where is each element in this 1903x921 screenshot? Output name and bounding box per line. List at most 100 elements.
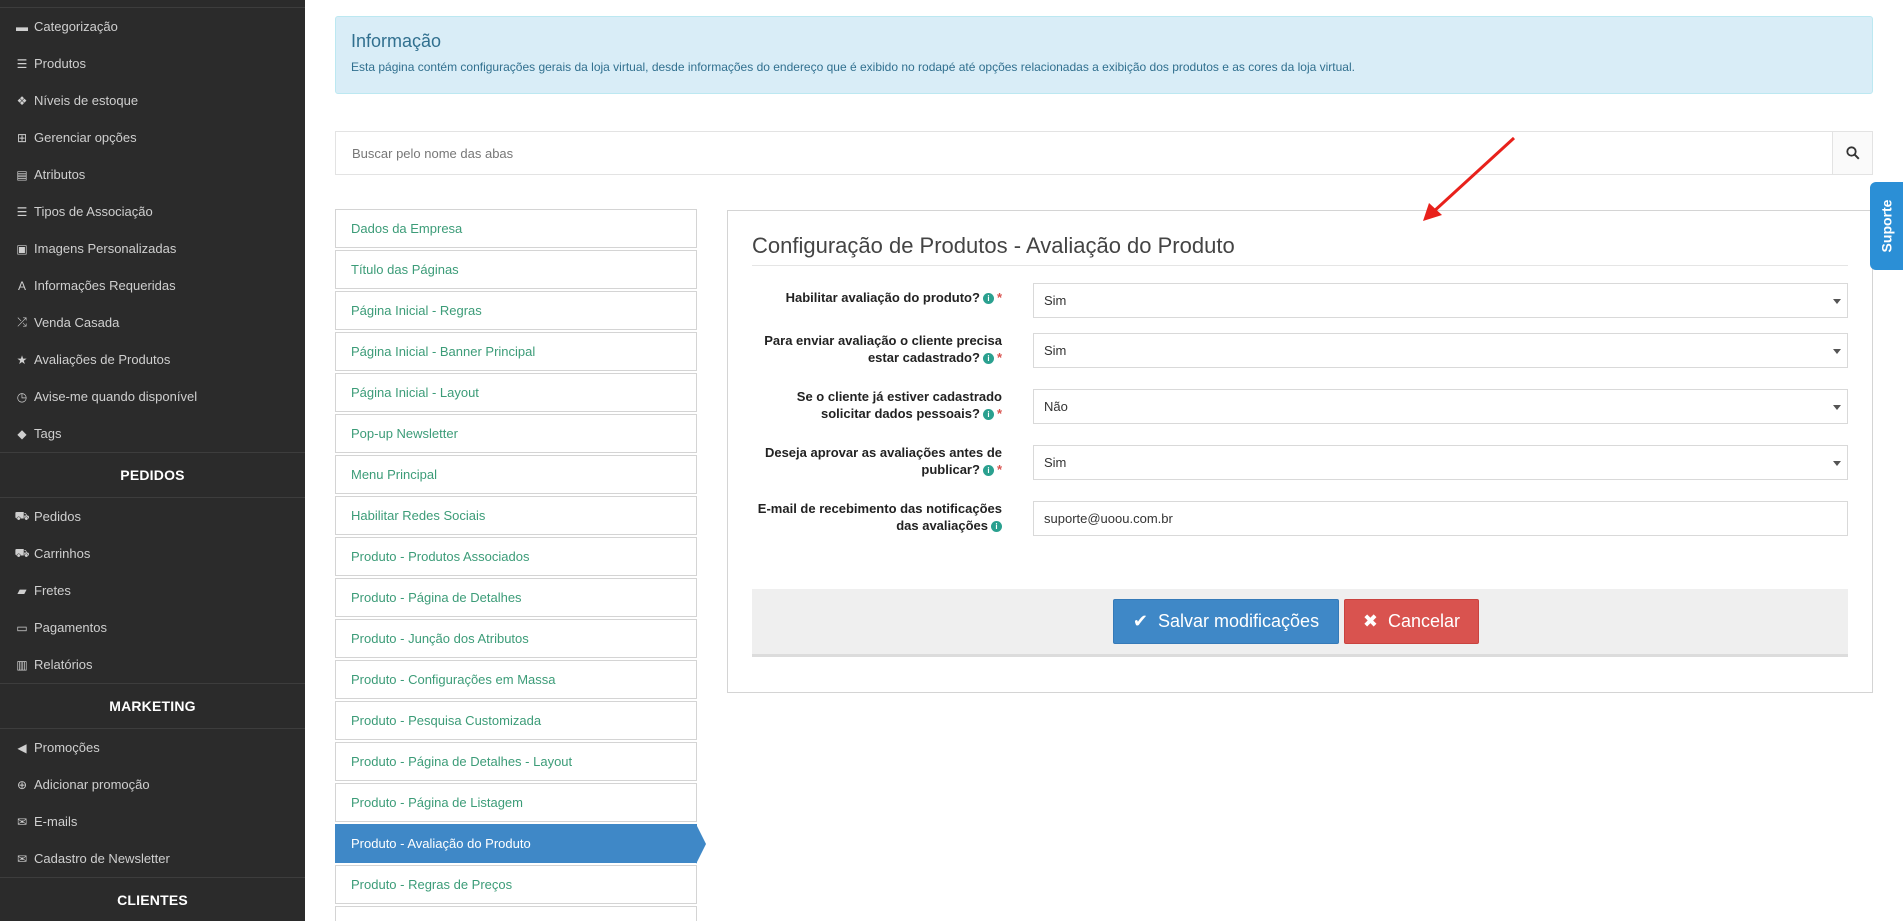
sidebar-item-label: Pedidos — [34, 509, 81, 524]
sidebar-item-label: Categorização — [34, 19, 118, 34]
field-label-text: E-mail de recebimento das notificações — [757, 501, 1002, 516]
settings-form-panel: Configuração de Produtos - Avaliação do … — [727, 210, 1873, 693]
font-icon: A — [17, 278, 26, 293]
sidebar-section-marketing: MARKETING — [0, 683, 305, 729]
list-icon: ☰ — [16, 56, 28, 71]
tab-menu-principal[interactable]: Menu Principal — [335, 455, 697, 494]
sidebar-section-pedidos: PEDIDOS — [0, 452, 305, 498]
field-label-text: das avaliações — [896, 518, 988, 533]
sidebar-item-adicionar-promocao[interactable]: ⊕ Adicionar promoção — [0, 766, 305, 803]
tab-produtos-associados[interactable]: Produto - Produtos Associados — [335, 537, 697, 576]
tab-avaliacao-produto[interactable]: Produto - Avaliação do Produto — [335, 824, 706, 864]
search-icon — [1845, 146, 1860, 160]
sidebar-item-cadastro-newsletter[interactable]: ✉ Cadastro de Newsletter — [0, 840, 305, 877]
sidebar-item-produtos[interactable]: ☰ Produtos — [0, 45, 305, 82]
sidebar-item-avise-me[interactable]: ◷ Avise-me quando disponível — [0, 378, 305, 415]
sidebar-item-imagens-personalizadas[interactable]: ▣ Imagens Personalizadas — [0, 230, 305, 267]
email-notificacoes-input[interactable]: suporte@uoou.com.br — [1033, 501, 1848, 536]
required-asterisk: * — [996, 462, 1002, 477]
sidebar-item-relatorios[interactable]: ▥ Relatórios — [0, 646, 305, 683]
truck-icon: ▰ — [17, 583, 27, 598]
sidebar-item-pedidos[interactable]: ⛟ Pedidos — [0, 498, 305, 535]
select-cliente-cadastrado[interactable]: Sim — [1033, 333, 1848, 368]
search-button[interactable] — [1832, 132, 1872, 174]
sidebar-item-informacoes-requeridas[interactable]: A Informações Requeridas — [0, 267, 305, 304]
field-label: E-mail de recebimento das notificações da… — [752, 500, 1002, 534]
sidebar-item-niveis-estoque[interactable]: ❖ Níveis de estoque — [0, 82, 305, 119]
tab-pagina-detalhes[interactable]: Produto - Página de Detalhes — [335, 578, 697, 617]
field-label: Se o cliente já estiver cadastrado solici… — [752, 388, 1002, 422]
info-icon[interactable]: i — [982, 293, 994, 305]
tab-pagina-inicial-banner[interactable]: Página Inicial - Banner Principal — [335, 332, 697, 371]
select-value: Sim — [1044, 455, 1067, 470]
sidebar-item-label: Adicionar promoção — [34, 777, 150, 792]
support-tab[interactable]: Suporte — [1870, 182, 1903, 270]
sidebar-item-carrinhos[interactable]: ⛟ Carrinhos — [0, 535, 305, 572]
info-icon[interactable]: i — [991, 521, 1002, 533]
save-button[interactable]: ✔ Salvar modificações — [1113, 599, 1339, 644]
sidebar-item-pagamentos[interactable]: ▭ Pagamentos — [0, 609, 305, 646]
tab-juncao-atributos[interactable]: Produto - Junção dos Atributos — [335, 619, 697, 658]
envelope-icon: ✉ — [16, 814, 28, 829]
tab-partial-next[interactable] — [335, 906, 697, 921]
tab-pagina-inicial-regras[interactable]: Página Inicial - Regras — [335, 291, 697, 330]
tab-search-input[interactable] — [336, 132, 1832, 174]
sidebar-item-label: Níveis de estoque — [34, 93, 139, 108]
tab-popup-newsletter[interactable]: Pop-up Newsletter — [335, 414, 697, 453]
caret-down-icon — [1833, 299, 1841, 304]
tab-titulo-paginas[interactable]: Título das Páginas — [335, 250, 697, 289]
info-icon[interactable]: i — [982, 353, 994, 365]
tab-dados-empresa[interactable]: Dados da Empresa — [335, 209, 697, 248]
select-dados-pessoais[interactable]: Não — [1033, 389, 1848, 424]
sidebar-item-atributos[interactable]: ▤ Atributos — [0, 156, 305, 193]
support-tab-label: Suporte — [1878, 199, 1895, 253]
field-email-notificacoes: E-mail de recebimento das notificações da… — [752, 501, 1848, 536]
sidebar-item-emails[interactable]: ✉ E-mails — [0, 803, 305, 840]
list-alt-icon: ▤ — [16, 167, 28, 182]
sidebar-section-clientes: CLIENTES — [0, 877, 305, 921]
sidebar-item-tags[interactable]: ◆ Tags — [0, 415, 305, 452]
settings-tabs-list: Dados da Empresa Título das Páginas Pági… — [335, 209, 706, 921]
annotation-arrow-icon — [1423, 136, 1516, 221]
sidebar-item-categorizacao[interactable]: ▬ Categorização — [0, 8, 305, 45]
required-asterisk: * — [996, 290, 1002, 305]
caret-down-icon — [1833, 461, 1841, 466]
tab-search-bar — [335, 131, 1873, 175]
sidebar-item-gerenciar-opcoes[interactable]: ⊞ Gerenciar opções — [0, 119, 305, 156]
info-icon[interactable]: i — [982, 409, 994, 421]
sidebar-item-label: Carrinhos — [34, 546, 91, 561]
tab-pagina-detalhes-layout[interactable]: Produto - Página de Detalhes - Layout — [335, 742, 697, 781]
sidebar-item-tipos-associacao[interactable]: ☰ Tipos de Associação — [0, 193, 305, 230]
cancel-button[interactable]: ✖ Cancelar — [1344, 599, 1479, 644]
credit-card-icon: ▭ — [16, 620, 28, 635]
caret-down-icon — [1833, 349, 1841, 354]
sidebar-item-label: Relatórios — [34, 657, 93, 672]
input-value: suporte@uoou.com.br — [1044, 511, 1173, 526]
sidebar-item-label: Promoções — [34, 740, 100, 755]
field-label-text: Para enviar avaliação o cliente precisa — [764, 333, 1002, 348]
grid-icon: ⊞ — [16, 130, 28, 145]
caret-down-icon — [1833, 405, 1841, 410]
info-title: Informação — [351, 31, 442, 51]
sidebar-item-venda-casada[interactable]: ⤮ Venda Casada — [0, 304, 305, 341]
sidebar-item-label: Avise-me quando disponível — [34, 389, 198, 404]
tab-regras-precos[interactable]: Produto - Regras de Preços — [335, 865, 697, 904]
main-content: Informação Esta página contém configuraç… — [335, 0, 1873, 921]
sidebar-item-promocoes[interactable]: ◀ Promoções — [0, 729, 305, 766]
tab-pagina-inicial-layout[interactable]: Página Inicial - Layout — [335, 373, 697, 412]
info-icon[interactable]: i — [982, 465, 994, 477]
tab-configuracoes-massa[interactable]: Produto - Configurações em Massa — [335, 660, 697, 699]
select-aprovar-avaliacoes[interactable]: Sim — [1033, 445, 1848, 480]
clock-icon: ◷ — [16, 389, 28, 404]
envelope-icon: ✉ — [16, 851, 28, 866]
field-label-text: Se o cliente já estiver cadastrado — [796, 389, 1002, 404]
sidebar-item-avaliacoes-produtos[interactable]: ★ Avaliações de Produtos — [0, 341, 305, 378]
tab-pesquisa-customizada[interactable]: Produto - Pesquisa Customizada — [335, 701, 697, 740]
list-icon: ☰ — [16, 204, 28, 219]
cart-icon: ⛟ — [14, 508, 30, 523]
sidebar-item-fretes[interactable]: ▰ Fretes — [0, 572, 305, 609]
info-text: Esta página contém configurações gerais … — [351, 60, 1355, 74]
tab-pagina-listagem[interactable]: Produto - Página de Listagem — [335, 783, 697, 822]
select-habilitar-avaliacao[interactable]: Sim — [1033, 283, 1848, 318]
tab-redes-sociais[interactable]: Habilitar Redes Sociais — [335, 496, 697, 535]
